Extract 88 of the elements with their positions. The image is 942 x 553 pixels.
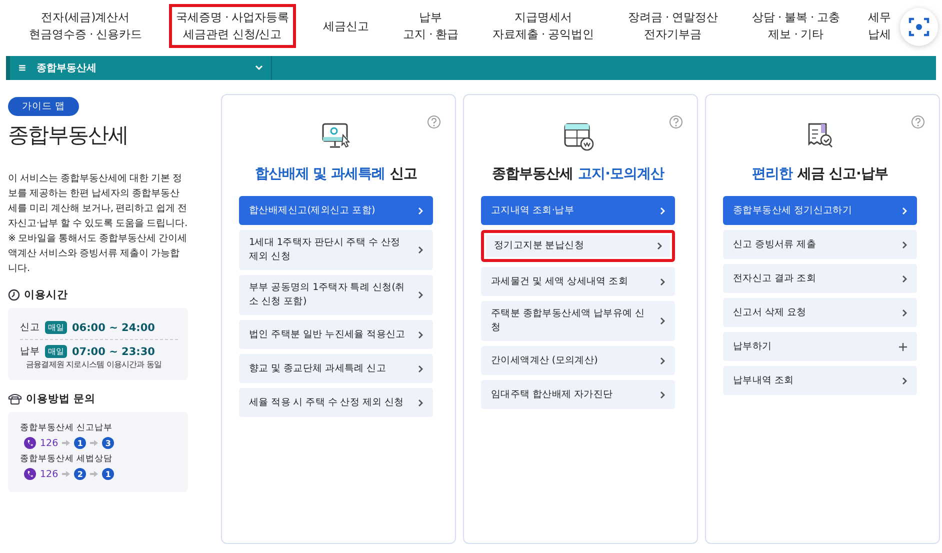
service-link[interactable]: 주택분 종합부동산세액 납부유예 신청 (481, 301, 675, 341)
nav-menu-item[interactable]: 전자(세금)계산서 현금영수증 · 신용카드 (22, 4, 149, 48)
help-icon[interactable] (911, 115, 925, 129)
service-link[interactable]: 신고 증빙서류 제출 (723, 230, 917, 259)
chevron-down-icon (255, 65, 263, 71)
step-number: 1 (74, 437, 86, 449)
step-number: 1 (102, 468, 114, 480)
clock-icon (8, 289, 20, 301)
service-link[interactable]: 신고서 삭제 요청 (723, 298, 917, 327)
card-title: 종합부동산세 (492, 165, 574, 183)
service-link[interactable]: 정기고지분 분납신청 (481, 230, 675, 262)
nav-menu-item[interactable]: 납부 고지 · 환급 (396, 4, 466, 48)
help-icon[interactable] (669, 115, 683, 129)
calculator-icon (562, 121, 594, 151)
phone-icon (24, 468, 36, 480)
phone-icon (24, 437, 36, 449)
daily-badge: 매일 (45, 345, 67, 358)
nav-menu-item[interactable]: 세금신고 (316, 12, 376, 40)
chevron-right-icon (418, 246, 423, 254)
chevron-right-icon (902, 240, 907, 248)
arrow-icon (90, 440, 98, 446)
card-title: 신고 (390, 165, 418, 183)
chevron-right-icon (418, 330, 423, 338)
card-title: 편리한 (752, 165, 793, 183)
monitor-icon (320, 121, 352, 151)
contact-label: 종합부동산세 세법상담 (20, 453, 114, 465)
phone-number: 126 (40, 468, 58, 480)
service-link[interactable]: 고지내역 조회·납부 (481, 196, 675, 225)
service-link[interactable]: 과세물건 및 세액 상세내역 조회 (481, 267, 675, 296)
page-title: 종합부동산세 (8, 122, 129, 149)
plus-icon (899, 342, 907, 350)
hours-label: 납부 (20, 345, 40, 358)
service-link[interactable]: 세율 적용 시 주택 수 산정 제외 신청 (239, 388, 433, 417)
daily-badge: 매일 (45, 321, 67, 334)
service-link[interactable]: 법인 주택분 일반 누진세율 적용신고 (239, 320, 433, 349)
description-text: 이 서비스는 종합부동산세에 대한 기본 정보를 제공하는 한편 납세자의 종합부동산세를 미리 계산해 보거나, 편리하고 쉽게 전자신고·납부 할 수 있도록 도움을 드립니다. (8, 172, 188, 231)
chevron-right-icon (418, 364, 423, 372)
service-link[interactable]: 간이세액계산 (모의계산) (481, 346, 675, 375)
chevron-right-icon (902, 376, 907, 384)
card-title: 합산배제 및 과세특례 (254, 165, 386, 183)
hours-time: 07:00 ~ 23:30 (72, 346, 155, 358)
chevron-right-icon (902, 308, 907, 316)
chevron-right-icon (660, 317, 665, 325)
chevron-right-icon (902, 274, 907, 282)
step-number: 2 (74, 468, 86, 480)
service-link[interactable]: 납부내역 조회 (723, 366, 917, 395)
chevron-right-icon (660, 356, 665, 364)
scan-button[interactable] (900, 8, 938, 46)
arrow-icon (90, 471, 98, 477)
chevron-right-icon (418, 206, 423, 214)
nav-menu-item[interactable]: 국세증명 · 사업자등록 세금관련 신청/신고 (168, 4, 296, 48)
scan-icon (907, 15, 931, 39)
service-link[interactable]: 향교 및 종교단체 과세특례 신고 (239, 354, 433, 383)
hours-label: 신고 (20, 321, 40, 334)
service-link[interactable]: 합산배제신고(제외신고 포함) (239, 196, 433, 225)
chevron-right-icon (902, 206, 907, 214)
help-icon[interactable] (427, 115, 441, 129)
chevron-right-icon (660, 390, 665, 398)
arrow-icon (62, 440, 70, 446)
nav-menu-item[interactable]: 장려금 · 연말정산 전자기부금 (620, 4, 725, 48)
service-link[interactable]: 납부하기 (723, 332, 917, 361)
chevron-right-icon (657, 242, 662, 250)
section-heading: 이용방법 문의 (26, 392, 96, 406)
section-heading: 이용시간 (24, 288, 68, 302)
service-link[interactable]: 종합부동산세 정기신고하기 (723, 196, 917, 225)
phone-number: 126 (40, 438, 58, 448)
arrow-icon (62, 471, 70, 477)
service-link[interactable]: 임대주택 합산배제 자가진단 (481, 380, 675, 409)
chevron-right-icon (660, 278, 665, 286)
hours-note: 금융결제원 지로시스템 이용시간과 동일 (26, 359, 163, 371)
step-number: 3 (102, 437, 114, 449)
notice-text: ※ 모바일을 통해서도 종합부동산세 간이세액계산 서비스와 증빙서류 제출이 가능합니다. (8, 232, 188, 276)
nav-menu-item[interactable]: 세무 납세 (860, 4, 898, 48)
service-link[interactable]: 부부 공동명의 1주택자 특례 신청(취소 신청 포함) (239, 275, 433, 315)
phone-icon (8, 393, 22, 405)
contact-label: 종합부동산세 신고납부 (20, 422, 114, 434)
section-dropdown[interactable]: ≡ 종합부동산세 (10, 56, 272, 80)
hours-time: 06:00 ~ 24:00 (72, 322, 155, 334)
service-link[interactable]: 전자신고 결과 조회 (723, 264, 917, 293)
service-link[interactable]: 1세대 1주택자 판단시 주택 수 산정 제외 신청 (239, 230, 433, 270)
card-title: 고지·모의계산 (578, 165, 664, 183)
nav-menu-item[interactable]: 지급명세서 자료제출 · 공익법인 (485, 4, 601, 48)
chevron-right-icon (660, 206, 665, 214)
card-title: 세금 신고·납부 (798, 165, 888, 183)
chevron-right-icon (418, 398, 423, 406)
guide-map-badge: 가이드 맵 (8, 97, 80, 116)
nav-menu-item[interactable]: 상담 · 불복 · 고충 제보 · 기타 (744, 4, 847, 48)
chevron-right-icon (418, 291, 423, 299)
